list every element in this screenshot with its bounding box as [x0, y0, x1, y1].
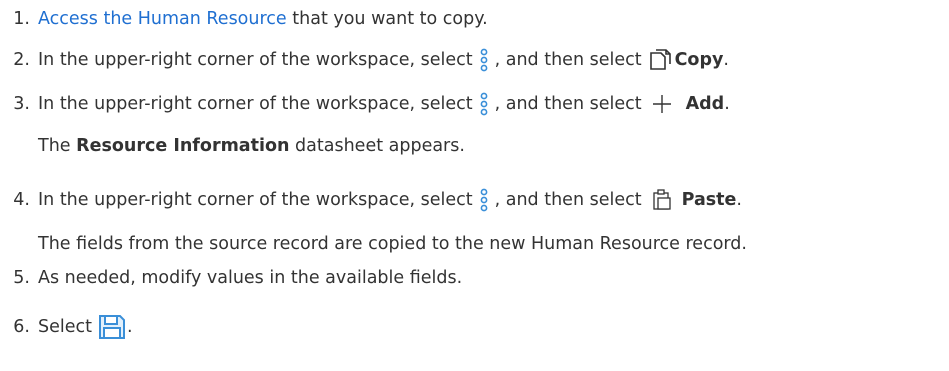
step-text: , and then select — [494, 190, 642, 210]
step-4: 4. In the upper-right corner of the work… — [0, 185, 742, 215]
plus-icon — [652, 94, 672, 114]
step-text: Select — [38, 317, 92, 337]
more-vertical-icon — [479, 188, 489, 212]
step-4-note: The fields from the source record are co… — [38, 229, 747, 259]
step-number: 6. — [13, 317, 30, 337]
step-text: , and then select — [494, 94, 642, 114]
step-text: In the upper-right corner of the workspa… — [38, 94, 473, 114]
step-number: 3. — [13, 94, 30, 114]
step-3: 3. In the upper-right corner of the work… — [0, 89, 730, 119]
note-text: The fields from the source record are co… — [38, 234, 747, 254]
step-number: 4. — [13, 190, 30, 210]
step-number: 2. — [13, 50, 30, 70]
copy-action-label: Copy — [674, 50, 724, 70]
more-vertical-icon — [479, 48, 489, 72]
access-human-resource-link[interactable]: Access the Human Resource — [38, 9, 287, 29]
step-text: , and then select — [494, 50, 642, 70]
step-2: 2. In the upper-right corner of the work… — [0, 45, 729, 75]
step-3-note: The Resource Information datasheet appea… — [38, 136, 465, 156]
more-vertical-icon — [479, 92, 489, 116]
step-text: In the upper-right corner of the workspa… — [38, 190, 473, 210]
step-text: that you want to copy. — [292, 9, 488, 29]
step-number: 1. — [13, 9, 30, 29]
add-action-label: Add — [685, 94, 725, 114]
procedure-steps: 1. Access the Human Resource that you wa… — [0, 0, 949, 371]
step-text: As needed, modify values in the availabl… — [38, 268, 463, 288]
save-icon — [98, 314, 126, 340]
step-number: 5. — [13, 268, 30, 288]
paste-action-label: Paste — [681, 190, 737, 210]
step-5: 5. As needed, modify values in the avail… — [0, 263, 462, 293]
step-6: 6. Select . — [0, 312, 133, 342]
datasheet-name: Resource Information — [76, 136, 290, 156]
step-text: In the upper-right corner of the workspa… — [38, 50, 473, 70]
paste-icon — [652, 189, 672, 211]
step-1: 1. Access the Human Resource that you wa… — [0, 4, 488, 34]
copy-icon — [648, 48, 672, 72]
note-text: datasheet appears. — [295, 136, 465, 156]
